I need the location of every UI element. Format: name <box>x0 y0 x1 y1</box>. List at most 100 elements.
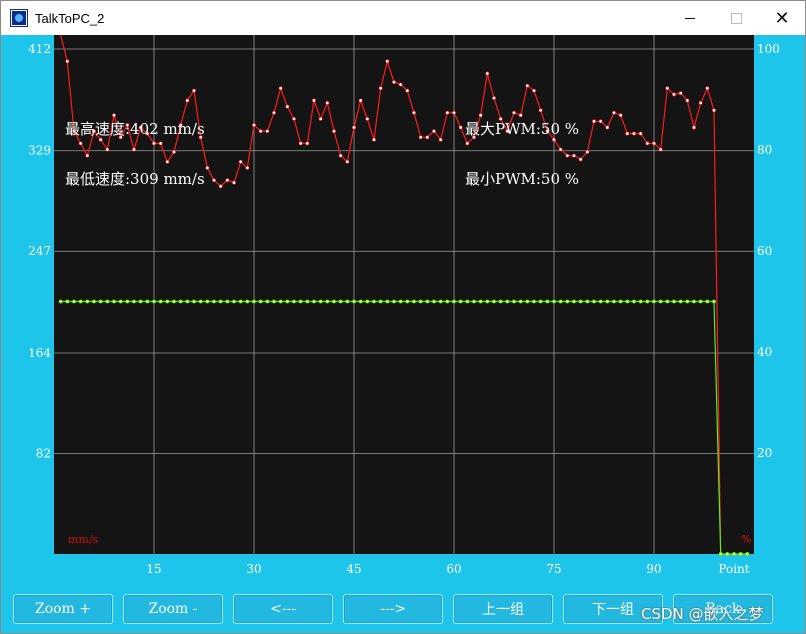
data-point <box>452 299 456 304</box>
window-title: TalkToPC_2 <box>35 10 105 26</box>
data-point <box>305 141 310 146</box>
minimize-button[interactable] <box>667 1 713 35</box>
maximize-button[interactable] <box>713 1 759 35</box>
data-point <box>78 299 83 304</box>
data-point <box>372 299 376 304</box>
data-point <box>205 165 210 170</box>
zoom-out-button[interactable]: Zoom - <box>123 594 223 624</box>
data-point <box>278 86 283 91</box>
data-point <box>172 150 176 154</box>
data-point <box>505 299 510 304</box>
data-point <box>65 59 70 64</box>
data-point <box>345 299 350 304</box>
prev-group-button[interactable]: 上一组 <box>453 594 553 624</box>
data-point <box>618 113 623 118</box>
data-point <box>718 552 723 556</box>
data-point <box>705 299 710 304</box>
data-point <box>78 141 83 146</box>
data-point <box>398 299 403 304</box>
data-point <box>612 299 616 304</box>
left-unit-label: mm/s <box>68 533 99 546</box>
data-point <box>292 116 296 121</box>
data-point <box>732 552 736 556</box>
data-point <box>678 299 683 304</box>
data-point <box>132 299 136 304</box>
data-point <box>472 299 476 304</box>
data-point <box>478 113 483 118</box>
scroll-left-button[interactable]: <--- <box>233 594 333 624</box>
x-tick-label: 15 <box>146 562 161 576</box>
data-point <box>292 299 296 304</box>
data-point <box>438 299 443 304</box>
data-point <box>592 119 596 124</box>
data-point <box>152 141 156 146</box>
data-point <box>558 147 563 152</box>
data-point <box>438 137 443 142</box>
close-button[interactable]: ✕ <box>759 1 805 35</box>
data-point <box>58 299 63 304</box>
data-point <box>325 101 330 105</box>
data-point <box>338 299 343 304</box>
data-point <box>405 299 410 304</box>
data-point <box>385 299 390 304</box>
data-point <box>198 299 203 304</box>
data-point <box>158 141 163 146</box>
data-point <box>465 141 470 146</box>
data-point <box>345 159 350 164</box>
right-tick-label: 40 <box>757 345 772 359</box>
data-point <box>625 131 630 136</box>
data-point <box>712 108 716 113</box>
data-point <box>645 141 650 146</box>
data-point <box>265 129 270 134</box>
data-point <box>498 299 503 304</box>
data-point <box>172 299 176 304</box>
data-point <box>598 299 603 304</box>
data-point <box>565 153 570 158</box>
data-point <box>692 125 696 130</box>
data-point <box>558 299 563 304</box>
data-point <box>192 299 196 304</box>
title-bar[interactable]: TalkToPC_2 ✕ <box>1 1 805 35</box>
data-point <box>125 299 130 304</box>
data-point <box>492 96 496 100</box>
data-point <box>372 137 376 142</box>
data-point <box>305 299 310 304</box>
data-point <box>158 299 163 304</box>
scroll-right-button[interactable]: ---> <box>343 594 443 624</box>
left-tick-label: 412 <box>28 42 51 56</box>
data-point <box>512 110 516 115</box>
data-point <box>705 86 710 91</box>
minimize-icon <box>685 17 695 19</box>
data-point <box>652 299 656 304</box>
data-point <box>605 125 610 130</box>
data-point <box>432 129 436 134</box>
left-tick-label: 247 <box>28 244 51 258</box>
speed-pwm-chart: 41232924716482 10080604020 15 30 45 60 75 90 … <box>28 34 780 576</box>
data-point <box>392 80 396 84</box>
data-point <box>365 299 370 304</box>
data-point <box>85 153 90 158</box>
data-point <box>385 59 390 64</box>
data-point <box>432 299 436 304</box>
data-point <box>545 299 550 304</box>
data-point <box>265 299 270 304</box>
data-point <box>358 98 363 103</box>
data-point <box>745 552 750 556</box>
data-point <box>245 299 250 304</box>
data-point <box>112 113 116 118</box>
data-point <box>578 299 583 304</box>
right-tick-label: 100 <box>757 42 780 56</box>
data-point <box>612 110 616 115</box>
data-point <box>212 299 216 304</box>
data-point <box>572 153 576 158</box>
min-pwm-annotation: 最小PWM:50 % <box>465 170 579 188</box>
data-point <box>252 299 256 304</box>
data-point <box>98 137 103 142</box>
zoom-in-button[interactable]: Zoom + <box>13 594 113 624</box>
data-point <box>538 108 543 113</box>
data-point <box>485 71 490 76</box>
data-point <box>72 299 76 304</box>
left-tick-label: 164 <box>28 346 51 360</box>
plot-background <box>54 35 754 554</box>
data-point <box>152 299 156 304</box>
